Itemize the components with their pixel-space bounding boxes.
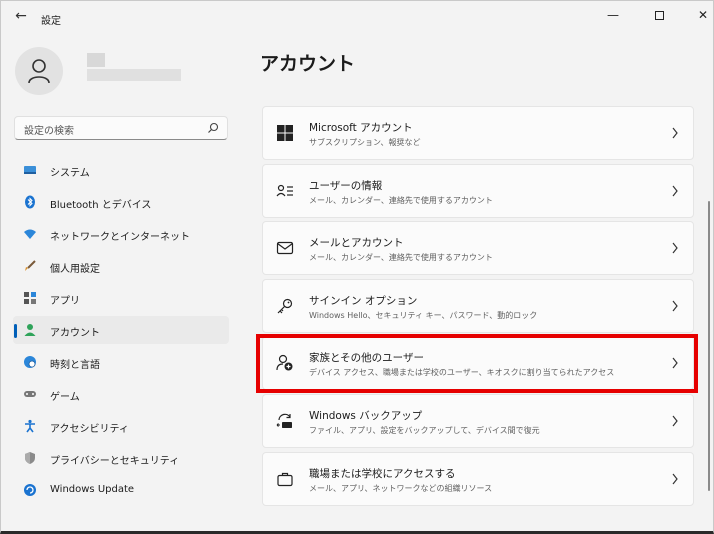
bluetooth-icon [25, 195, 35, 209]
scrollbar[interactable] [708, 201, 710, 491]
sidebar-item-time-language[interactable]: 時刻と言語 [13, 348, 229, 376]
card-family-other-users[interactable]: 家族とその他のユーザー デバイス アクセス、職場または学校のユーザー、キオスクに… [262, 336, 694, 391]
settings-window: ← 設定 — ✕ 設定の検索 システム Bluetooth とデバイス ネットワ… [0, 0, 714, 534]
card-subtitle: メール、カレンダー、連絡先で使用するアカウント [309, 195, 493, 205]
card-subtitle: メール、カレンダー、連絡先で使用するアカウント [309, 253, 493, 263]
app-title: 設定 [41, 16, 61, 27]
card-subtitle: メール、アプリ、ネットワークなどの組織リソース [309, 483, 493, 493]
blurred-username [87, 53, 105, 67]
card-subtitle: デバイス アクセス、職場または学校のユーザー、キオスクに割り当てられたアクセス [309, 368, 615, 378]
backup-icon [276, 413, 292, 428]
search-icon [208, 122, 219, 133]
card-title: 家族とその他のユーザー [309, 352, 424, 365]
sidebar-item-privacy[interactable]: プライバシーとセキュリティ [13, 444, 229, 472]
card-access-work-school[interactable]: 職場または学校にアクセスする メール、アプリ、ネットワークなどの組織リソース [262, 451, 694, 506]
card-subtitle: Windows Hello、セキュリティ キー、パスワード、動的ロック [309, 310, 538, 320]
windows-logo-icon [277, 125, 293, 141]
globe-clock-icon [24, 356, 36, 368]
card-microsoft-account[interactable]: Microsoft アカウント サブスクリプション、報奨など [262, 106, 694, 160]
sidebar-item-label: プライバシーとセキュリティ [50, 456, 180, 467]
sidebar-item-system[interactable]: システム [13, 156, 229, 184]
update-icon [24, 484, 36, 496]
sidebar-item-accounts[interactable]: アカウント [13, 316, 229, 344]
sidebar-item-label: 個人用設定 [50, 264, 100, 275]
blurred-email [87, 69, 181, 81]
sidebar-item-gaming[interactable]: ゲーム [13, 380, 229, 408]
person-icon [28, 59, 50, 84]
sidebar-item-apps[interactable]: アプリ [13, 284, 229, 312]
card-title: ユーザーの情報 [309, 179, 383, 192]
maximize-icon [654, 11, 664, 20]
sidebar-item-label: システム [50, 168, 90, 179]
wifi-icon [24, 229, 36, 239]
minimize-button[interactable]: — [591, 4, 635, 26]
back-button[interactable]: ← [13, 9, 29, 23]
briefcase-icon [277, 472, 293, 486]
apps-icon [24, 292, 36, 304]
sidebar-item-personalization[interactable]: 個人用設定 [13, 252, 229, 280]
maximize-button[interactable] [637, 4, 681, 26]
sidebar-item-windows-update[interactable]: Windows Update [13, 476, 229, 504]
card-email-accounts[interactable]: メールとアカウント メール、カレンダー、連絡先で使用するアカウント [262, 221, 694, 276]
sidebar-item-network[interactable]: ネットワークとインターネット [13, 220, 229, 248]
page-title: アカウント [260, 53, 356, 75]
sidebar-item-label: アクセシビリティ [50, 424, 129, 435]
sidebar-item-bluetooth[interactable]: Bluetooth とデバイス [13, 188, 229, 216]
sidebar-item-label: アプリ [50, 296, 80, 307]
card-title: 職場または学校にアクセスする [309, 467, 456, 480]
chevron-right-icon [672, 300, 678, 312]
card-title: Windows バックアップ [309, 409, 423, 422]
search-input[interactable]: 設定の検索 [24, 122, 74, 137]
sidebar-item-accessibility[interactable]: アクセシビリティ [13, 412, 229, 440]
card-subtitle: サブスクリプション、報奨など [309, 138, 421, 147]
chevron-right-icon [672, 242, 678, 254]
chevron-right-icon [672, 415, 678, 427]
gamepad-icon [24, 391, 36, 397]
brush-icon [25, 260, 36, 271]
sidebar-item-label: ネットワークとインターネット [50, 232, 190, 243]
shield-icon [25, 452, 35, 464]
sidebar-item-label: Windows Update [50, 484, 135, 495]
chevron-right-icon [672, 185, 678, 196]
key-icon [277, 298, 293, 314]
card-title: メールとアカウント [309, 237, 404, 250]
accessibility-icon [25, 419, 35, 433]
settings-list: Microsoft アカウント サブスクリプション、報奨など ユーザーの情報 メ… [262, 106, 694, 509]
close-button[interactable]: ✕ [681, 4, 714, 26]
card-subtitle: ファイル、アプリ、設定をバックアップして、デバイス間で復元 [309, 425, 540, 435]
sidebar-item-label: ゲーム [50, 392, 80, 403]
card-your-info[interactable]: ユーザーの情報 メール、カレンダー、連絡先で使用するアカウント [262, 163, 694, 218]
title-bar: ← 設定 — ✕ [1, 1, 713, 31]
mail-icon [276, 242, 294, 255]
add-user-icon [276, 355, 293, 371]
monitor-icon [24, 166, 36, 174]
card-windows-backup[interactable]: Windows バックアップ ファイル、アプリ、設定をバックアップして、デバイス… [262, 393, 694, 448]
card-title: サインイン オプション [309, 294, 418, 307]
card-sign-in-options[interactable]: サインイン オプション Windows Hello、セキュリティ キー、パスワー… [262, 278, 694, 333]
user-info-icon [276, 184, 293, 196]
sidebar-nav: システム Bluetooth とデバイス ネットワークとインターネット 個人用設… [13, 156, 229, 508]
sidebar-item-label: アカウント [50, 328, 100, 339]
chevron-right-icon [672, 358, 678, 369]
sidebar-item-label: 時刻と言語 [50, 360, 100, 371]
chevron-right-icon [672, 473, 678, 484]
chevron-right-icon [672, 127, 678, 139]
search-box[interactable]: 設定の検索 [14, 116, 228, 140]
card-title: Microsoft アカウント [309, 122, 413, 134]
selection-indicator [14, 324, 17, 338]
sidebar-item-label: Bluetooth とデバイス [50, 200, 152, 211]
avatar [15, 47, 63, 95]
person-icon [24, 324, 36, 336]
